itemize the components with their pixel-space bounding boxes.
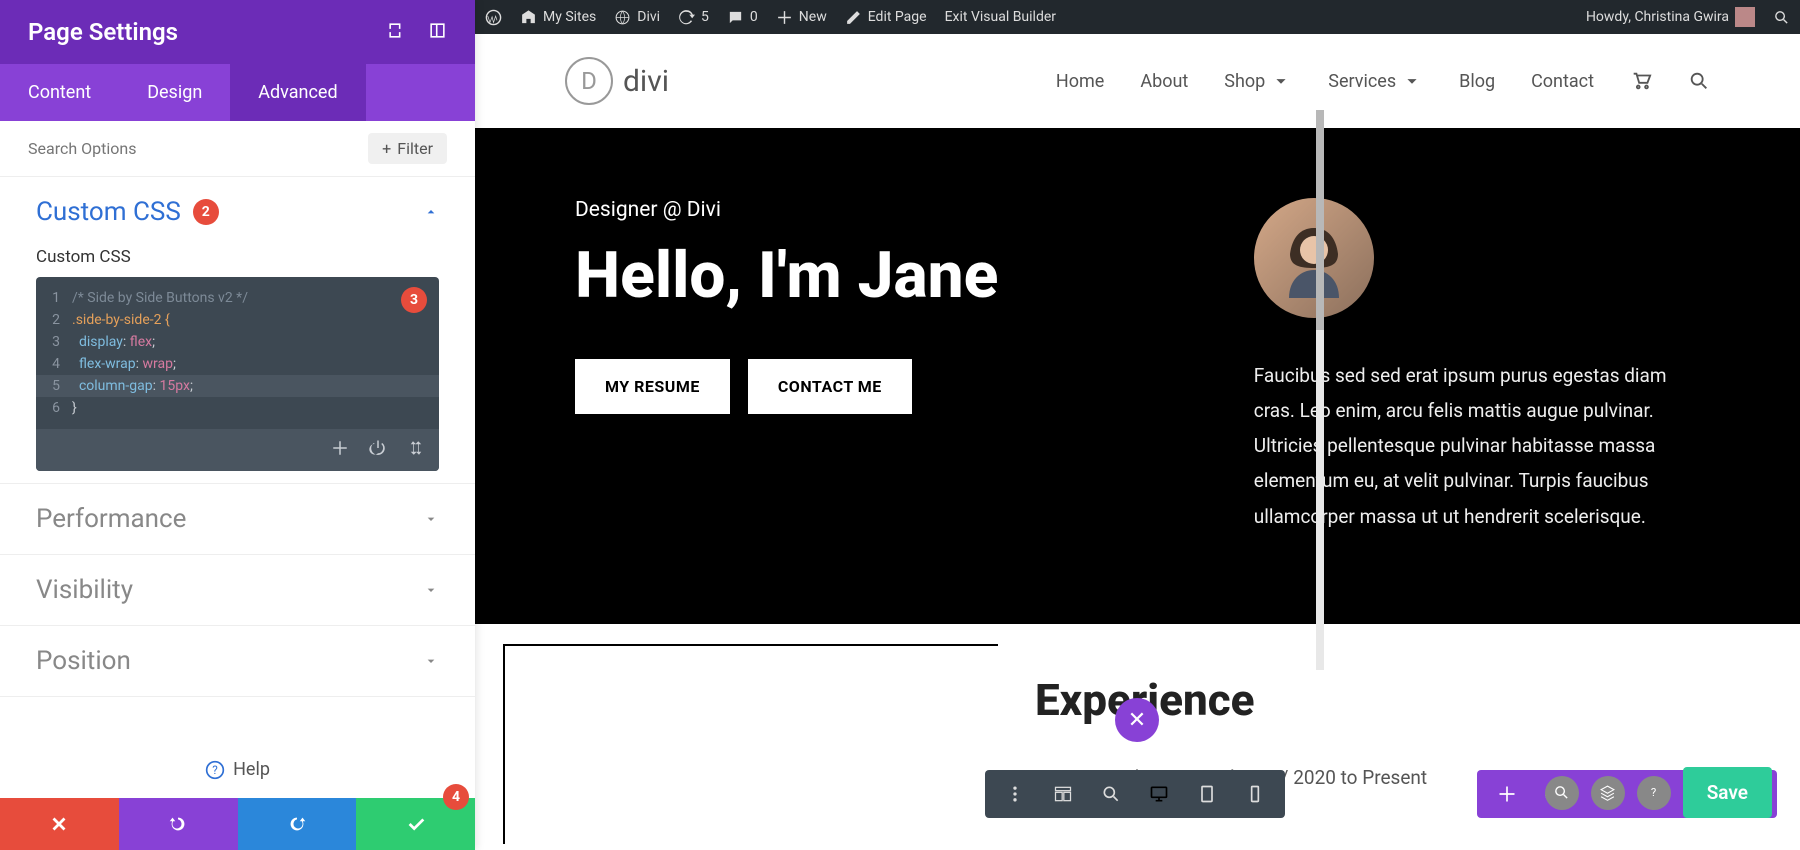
wp-admin-bar: My Sites Divi 5 0 New Edit Page Exit Vis… (475, 0, 1800, 34)
nav-shop[interactable]: Shop (1224, 70, 1292, 92)
br-search-icon[interactable] (1545, 776, 1579, 810)
save-button[interactable]: Save (1683, 767, 1772, 818)
nav-services[interactable]: Services (1328, 70, 1423, 92)
settings-tabs: Content Design Advanced (0, 64, 475, 121)
close-fab[interactable]: ✕ (1115, 698, 1159, 742)
section-position[interactable]: Position (0, 626, 475, 696)
search-input[interactable] (28, 139, 368, 158)
help-link[interactable]: ?Help (0, 741, 475, 798)
chevron-down-icon (423, 511, 439, 527)
site-header: Ddivi Home About Shop Services Blog Cont… (475, 34, 1800, 128)
badge-4: 4 (443, 784, 469, 810)
help-icon[interactable]: ? (1637, 776, 1671, 810)
section-custom-css[interactable]: Custom CSS 2 (0, 177, 475, 247)
desktop-icon[interactable] (1135, 770, 1183, 818)
search-icon[interactable] (1773, 9, 1790, 26)
sidebar-scrollbar[interactable] (1316, 110, 1324, 670)
view-toolbar (985, 770, 1285, 818)
howdy-user[interactable]: Howdy, Christina Gwira (1586, 7, 1755, 27)
chevron-down-icon (1270, 70, 1292, 92)
filter-button[interactable]: +Filter (368, 133, 447, 164)
redo-button[interactable] (238, 798, 357, 850)
exit-builder-link[interactable]: Exit Visual Builder (945, 9, 1056, 25)
nav-about[interactable]: About (1140, 71, 1188, 92)
css-editor[interactable]: 3 1/* Side by Side Buttons v2 */ 2.side-… (36, 277, 439, 471)
tablet-icon[interactable] (1183, 770, 1231, 818)
zoom-icon[interactable] (1087, 770, 1135, 818)
svg-text:?: ? (1651, 785, 1656, 799)
nav-contact[interactable]: Contact (1531, 71, 1594, 92)
tab-advanced[interactable]: Advanced (230, 64, 365, 121)
site-link[interactable]: Divi (614, 9, 660, 26)
chevron-down-icon (423, 653, 439, 669)
add-icon[interactable] (331, 439, 349, 461)
cart-icon[interactable] (1630, 70, 1652, 92)
layers-icon[interactable] (1591, 776, 1625, 810)
add-icon[interactable] (1483, 770, 1531, 818)
wireframe-icon[interactable] (1039, 770, 1087, 818)
tab-design[interactable]: Design (119, 64, 230, 121)
updates-link[interactable]: 5 (678, 9, 709, 26)
hero-heading: Hello, I'm Jane (575, 242, 1194, 309)
site-logo[interactable]: Ddivi (565, 57, 669, 105)
sort-icon[interactable] (407, 439, 425, 461)
hero-section: Designer @ Divi Hello, I'm Jane MY RESUM… (475, 128, 1800, 624)
section-visibility[interactable]: Visibility (0, 555, 475, 625)
resume-button[interactable]: MY RESUME (575, 359, 730, 414)
custom-css-label: Custom CSS (0, 247, 475, 277)
badge-3: 3 (401, 287, 427, 313)
hero-avatar (1254, 198, 1374, 318)
wp-logo-icon[interactable] (485, 9, 502, 26)
chevron-down-icon (1401, 70, 1423, 92)
svg-text:?: ? (212, 763, 218, 777)
search-icon[interactable] (1688, 70, 1710, 92)
my-sites-link[interactable]: My Sites (520, 9, 596, 26)
contact-button[interactable]: CONTACT ME (748, 359, 912, 414)
tab-content[interactable]: Content (0, 64, 119, 121)
edit-page-link[interactable]: Edit Page (845, 9, 927, 26)
nav-blog[interactable]: Blog (1459, 71, 1495, 92)
page-settings-title: Page Settings (28, 18, 178, 46)
cancel-button[interactable] (0, 798, 119, 850)
chevron-down-icon (423, 582, 439, 598)
power-icon[interactable] (369, 439, 387, 461)
confirm-button[interactable]: 4 (356, 798, 475, 850)
dock-icon[interactable] (428, 21, 447, 44)
expand-icon[interactable] (387, 21, 406, 44)
chevron-up-icon (423, 204, 439, 220)
badge-2: 2 (193, 199, 219, 225)
mobile-icon[interactable] (1231, 770, 1279, 818)
hero-subtitle: Designer @ Divi (575, 198, 1194, 222)
experience-border (503, 644, 998, 844)
more-icon[interactable] (991, 770, 1039, 818)
section-performance[interactable]: Performance (0, 484, 475, 554)
nav-home[interactable]: Home (1056, 71, 1104, 92)
undo-button[interactable] (119, 798, 238, 850)
new-link[interactable]: New (776, 9, 827, 26)
avatar (1735, 7, 1755, 27)
comments-link[interactable]: 0 (727, 9, 758, 26)
